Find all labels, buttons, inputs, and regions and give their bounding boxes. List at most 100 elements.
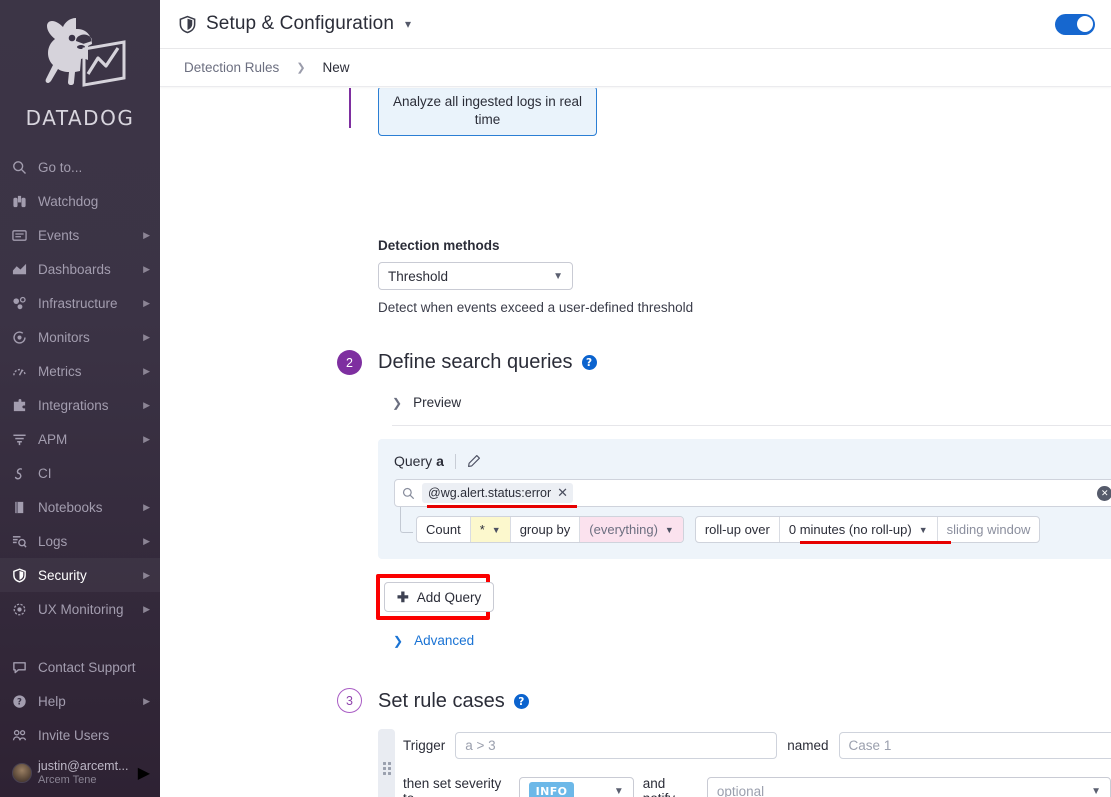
- sidebar-item-integrations[interactable]: Integrations ▶: [0, 388, 160, 422]
- sidebar-item-notebooks[interactable]: Notebooks ▶: [0, 490, 160, 524]
- sidebar-item-apm[interactable]: APM ▶: [0, 422, 160, 456]
- divider: [454, 453, 456, 469]
- shield-icon: [178, 15, 197, 34]
- sidebar-item-label: Watchdog: [38, 193, 99, 209]
- close-icon[interactable]: ✕: [557, 485, 568, 501]
- users-icon: [12, 728, 38, 743]
- query-panel: Query a @wg.alert.status:error ✕ ✕ Count…: [378, 439, 1111, 559]
- measure-value: *: [479, 522, 485, 537]
- help-icon: ?: [12, 694, 38, 709]
- shield-icon: [12, 567, 38, 583]
- query-search-row: @wg.alert.status:error ✕ ✕ </>: [394, 469, 1111, 507]
- chevron-right-icon: ▶: [143, 501, 150, 512]
- preview-toggle[interactable]: ❯ Preview: [392, 395, 461, 410]
- query-filter-tag[interactable]: @wg.alert.status:error ✕: [422, 483, 574, 503]
- brand-logo[interactable]: DATADOG: [0, 0, 160, 140]
- detection-methods-label: Detection methods: [378, 238, 500, 253]
- sidebar-item-infrastructure[interactable]: Infrastructure ▶: [0, 286, 160, 320]
- main-area: Setup & Configuration ▾ Detection Rules …: [160, 0, 1111, 797]
- chevron-right-icon: ▶: [143, 229, 150, 240]
- monitors-icon: [12, 330, 38, 345]
- rollup-select[interactable]: 0 minutes (no roll-up) ▼: [778, 517, 937, 542]
- detection-method-value: Threshold: [388, 268, 449, 284]
- severity-select[interactable]: INFO ▼: [518, 776, 634, 797]
- dashboards-icon: [12, 262, 38, 277]
- chevron-down-icon: ▼: [1091, 785, 1101, 797]
- sidebar-item-logs[interactable]: Logs ▶: [0, 524, 160, 558]
- sidebar-item-dashboards[interactable]: Dashboards ▶: [0, 252, 160, 286]
- step-2-title-text: Define search queries: [378, 351, 573, 373]
- query-header: Query a: [394, 453, 1111, 469]
- add-query-label: Add Query: [416, 589, 482, 605]
- notify-select[interactable]: optional ▼: [706, 776, 1111, 797]
- named-label: named: [787, 738, 829, 753]
- chevron-right-icon: ▶: [143, 365, 150, 376]
- sidebar-item-security[interactable]: Security ▶: [0, 558, 160, 592]
- sidebar-item-ux-monitoring[interactable]: UX Monitoring ▶: [0, 592, 160, 626]
- search-input[interactable]: @wg.alert.status:error ✕ ✕: [394, 479, 1111, 507]
- sidebar-item-label: Events: [38, 227, 80, 243]
- annotation-underline-query-tag: [427, 505, 577, 508]
- sidebar-user-account[interactable]: justin@arcemt... Arcem Tene ▶: [0, 752, 160, 792]
- sidebar-item-metrics[interactable]: Metrics ▶: [0, 354, 160, 388]
- sidebar-item-label: APM: [38, 431, 68, 447]
- chevron-right-icon: ▶: [143, 695, 150, 706]
- sidebar-item-label: Dashboards: [38, 261, 111, 277]
- sidebar-item-contact-support[interactable]: Contact Support: [0, 650, 160, 684]
- sidebar-item-label: Monitors: [38, 329, 90, 345]
- chevron-right-icon: ▶: [143, 603, 150, 614]
- avatar: [12, 763, 32, 783]
- notify-placeholder: optional: [716, 783, 765, 797]
- sidebar-item-label: Help: [38, 693, 66, 709]
- sidebar-divider-gap: [0, 626, 160, 650]
- query-filter-tag-label: @wg.alert.status:error: [428, 486, 552, 500]
- sidebar-item-label: UX Monitoring: [38, 601, 124, 617]
- sidebar-item-label: Integrations: [38, 397, 109, 413]
- method-card-label: Analyze all ingested logs in real time: [378, 88, 597, 137]
- chat-icon: [12, 660, 38, 675]
- chevron-right-icon: ▶: [143, 535, 150, 546]
- brand-wordmark: DATADOG: [25, 106, 135, 130]
- drag-handle-icon[interactable]: [378, 729, 395, 797]
- chevron-down-icon[interactable]: ▾: [405, 17, 411, 31]
- apm-icon: [12, 432, 38, 447]
- detection-method-select[interactable]: Threshold ▼: [378, 262, 573, 290]
- add-query-button[interactable]: ✚ Add Query: [384, 582, 495, 612]
- step-3-title: Set rule cases ?: [378, 690, 529, 713]
- sidebar-item-label: Infrastructure: [38, 295, 118, 311]
- measure-select[interactable]: * ▼: [469, 517, 510, 542]
- trigger-input[interactable]: a > 3: [455, 732, 778, 759]
- sidebar-item-label: Notebooks: [38, 499, 103, 515]
- group-by-value: (everything): [589, 522, 658, 537]
- notify-label: and notify: [642, 776, 675, 797]
- sidebar-item-monitors[interactable]: Monitors ▶: [0, 320, 160, 354]
- chevron-down-icon: ▼: [613, 785, 624, 797]
- detection-method-card[interactable]: Analyze all ingested logs in real time: [378, 88, 597, 137]
- section-divider: [392, 425, 1111, 426]
- group-by-select[interactable]: (everything) ▼: [579, 517, 683, 542]
- sidebar-nav: Go to... Watchdog Events ▶ Dashboards ▶ …: [0, 150, 160, 792]
- help-icon[interactable]: ?: [513, 694, 529, 709]
- sidebar-item-help[interactable]: ? Help ▶: [0, 684, 160, 718]
- sidebar-item-ci[interactable]: CI: [0, 456, 160, 490]
- sidebar-item-invite-users[interactable]: Invite Users: [0, 718, 160, 752]
- chevron-right-icon: ▶: [143, 569, 150, 580]
- chevron-right-icon: ▶: [143, 263, 150, 274]
- logs-icon: [12, 534, 38, 549]
- sidebar-item-events[interactable]: Events ▶: [0, 218, 160, 252]
- annotation-underline-rollup: [800, 541, 951, 544]
- user-org: Arcem Tene: [38, 773, 97, 786]
- enable-rule-toggle[interactable]: [1055, 13, 1095, 35]
- advanced-toggle[interactable]: ❯ Advanced: [393, 633, 474, 648]
- sidebar-item-watchdog[interactable]: Watchdog: [0, 184, 160, 218]
- metrics-icon: [12, 364, 38, 379]
- pencil-icon[interactable]: [467, 454, 481, 468]
- sliding-window-button[interactable]: sliding window: [936, 517, 1040, 542]
- breadcrumb-detection-rules[interactable]: Detection Rules: [184, 60, 279, 75]
- case-name-input[interactable]: Case 1: [838, 732, 1111, 759]
- help-icon[interactable]: ?: [581, 355, 597, 370]
- group-by-label: group by: [509, 517, 580, 542]
- sidebar-item-go-to[interactable]: Go to...: [0, 150, 160, 184]
- clear-icon[interactable]: ✕: [1097, 485, 1111, 501]
- user-email: justin@arcemt...: [38, 759, 129, 774]
